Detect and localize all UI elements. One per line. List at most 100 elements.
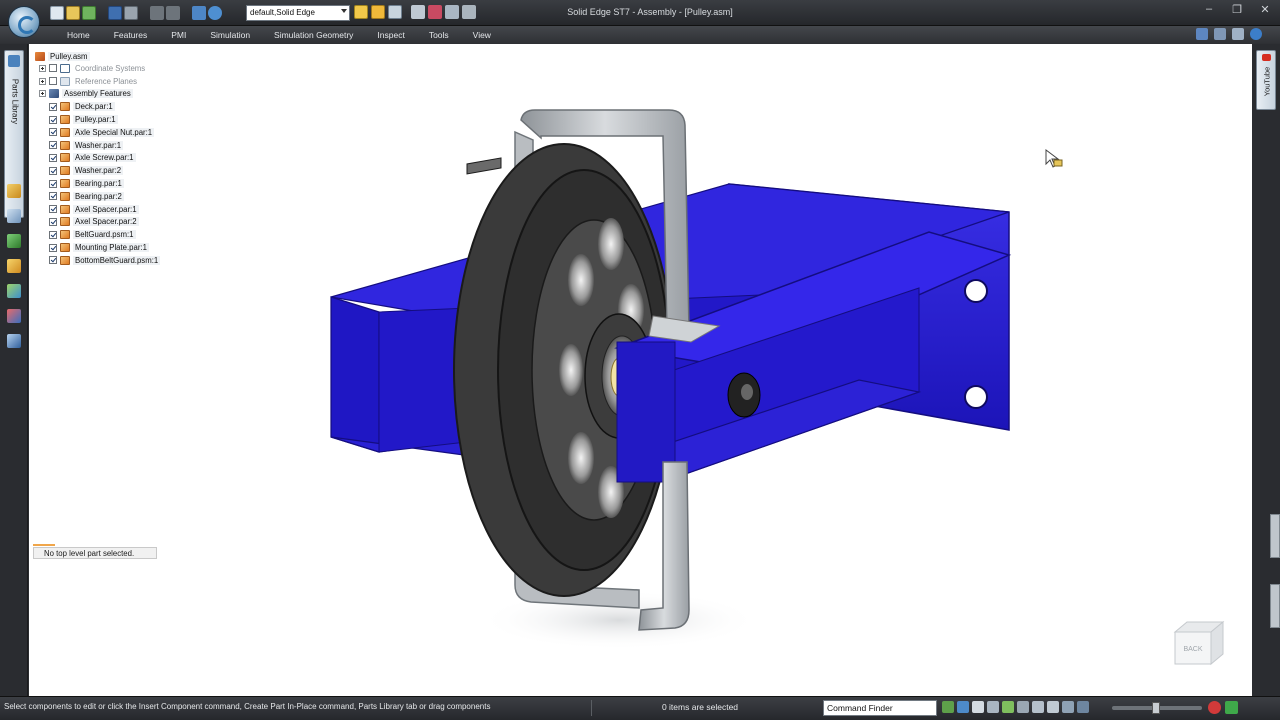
display-mode-icon[interactable] xyxy=(1077,701,1089,713)
tree-part-row[interactable]: Bearing.par:2 xyxy=(33,190,233,203)
tree-part-row[interactable]: Axle Screw.par:1 xyxy=(33,152,233,165)
family-icon[interactable] xyxy=(7,309,21,323)
visibility-checkbox[interactable] xyxy=(49,141,57,150)
zoom-icon[interactable] xyxy=(957,701,969,713)
expand-icon[interactable] xyxy=(39,64,46,72)
zoom-slider-thumb[interactable] xyxy=(1152,702,1160,714)
quick-access-toolbar-2 xyxy=(354,5,476,19)
scroll-handle-bottom[interactable] xyxy=(1270,584,1280,628)
tab-features[interactable]: Features xyxy=(105,29,157,41)
tree-part-row[interactable]: Axel Spacer.par:1 xyxy=(33,203,233,216)
visibility-checkbox[interactable] xyxy=(49,102,57,111)
tab-home[interactable]: Home xyxy=(58,29,99,41)
tab-simulation[interactable]: Simulation xyxy=(201,29,259,41)
tab-view[interactable]: View xyxy=(464,29,500,41)
tab-simulation-geometry[interactable]: Simulation Geometry xyxy=(265,29,362,41)
shading-icon[interactable] xyxy=(1047,701,1059,713)
zoom-slider[interactable] xyxy=(1112,702,1202,714)
help-icon[interactable] xyxy=(208,6,222,20)
update-icon[interactable] xyxy=(1225,701,1238,714)
save-icon[interactable] xyxy=(108,6,122,20)
sensors-icon[interactable] xyxy=(7,259,21,273)
component-icon[interactable] xyxy=(411,5,425,19)
youtube-tab[interactable]: YouTube xyxy=(1256,50,1276,110)
pulley-assembly-model[interactable] xyxy=(319,80,1019,660)
undo-icon[interactable] xyxy=(150,6,164,20)
tab-inspect[interactable]: Inspect xyxy=(368,29,413,41)
tree-part-row[interactable]: Axle Special Nut.par:1 xyxy=(33,126,233,139)
visibility-checkbox[interactable] xyxy=(49,64,57,73)
tree-part-row[interactable]: BottomBeltGuard.psm:1 xyxy=(33,254,233,267)
close-icon[interactable]: ✕ xyxy=(1258,3,1272,16)
zoom-area-icon[interactable] xyxy=(942,701,954,713)
layout-icon[interactable] xyxy=(1232,28,1244,40)
visibility-checkbox[interactable] xyxy=(49,243,57,252)
pathfinder-splitter[interactable] xyxy=(33,544,55,546)
open-file-icon[interactable] xyxy=(66,6,80,20)
visibility-checkbox[interactable] xyxy=(49,179,57,188)
application-icon[interactable] xyxy=(192,6,206,20)
restore-icon[interactable]: ❐ xyxy=(1230,3,1244,16)
expand-icon[interactable] xyxy=(39,90,46,98)
simulation-icon[interactable] xyxy=(7,334,21,348)
tree-group-assembly-features[interactable]: Assembly Features xyxy=(33,88,233,101)
visibility-checkbox[interactable] xyxy=(49,115,57,124)
measure-icon[interactable] xyxy=(388,5,402,19)
tree-part-row[interactable]: Washer.par:1 xyxy=(33,139,233,152)
tree-root[interactable]: Pulley.asm xyxy=(33,50,233,62)
visibility-checkbox[interactable] xyxy=(49,192,57,201)
view-cube[interactable]: BACK xyxy=(1171,620,1227,666)
visibility-checkbox[interactable] xyxy=(49,153,57,162)
tab-tools[interactable]: Tools xyxy=(420,29,458,41)
select-tools-icon[interactable] xyxy=(7,234,21,248)
help-button-icon[interactable] xyxy=(1250,28,1262,40)
layers-icon[interactable] xyxy=(7,209,21,223)
command-finder-input[interactable]: Command Finder xyxy=(823,700,937,716)
open-recent-icon[interactable] xyxy=(82,6,96,20)
new-file-icon[interactable] xyxy=(50,6,64,20)
view-orientation-icon[interactable] xyxy=(1032,701,1044,713)
sketch-icon[interactable] xyxy=(371,5,385,19)
tree-part-row[interactable]: BeltGuard.psm:1 xyxy=(33,228,233,241)
visibility-checkbox[interactable] xyxy=(49,77,57,86)
pathfinder-icon[interactable] xyxy=(7,184,21,198)
visibility-checkbox[interactable] xyxy=(49,128,57,137)
configuration-select[interactable]: default,Solid Edge xyxy=(246,5,350,21)
tree-part-row[interactable]: Axel Spacer.par:2 xyxy=(33,216,233,229)
tab-pmi[interactable]: PMI xyxy=(162,29,195,41)
tree-part-row[interactable]: Pulley.par:1 xyxy=(33,113,233,126)
scroll-handle-top[interactable] xyxy=(1270,514,1280,558)
tree-group-coordinate-systems[interactable]: Coordinate Systems xyxy=(33,62,233,75)
stop-icon[interactable] xyxy=(1208,701,1221,714)
rotate-icon[interactable] xyxy=(1002,701,1014,713)
print-icon[interactable] xyxy=(124,6,138,20)
pan-icon[interactable] xyxy=(987,701,999,713)
tree-part-row[interactable]: Mounting Plate.par:1 xyxy=(33,241,233,254)
redo-icon[interactable] xyxy=(166,6,180,20)
options-icon[interactable] xyxy=(1214,28,1226,40)
visibility-checkbox[interactable] xyxy=(49,217,57,226)
theme-icon[interactable] xyxy=(1196,28,1208,40)
application-button[interactable] xyxy=(8,6,40,38)
tree-part-row[interactable]: Deck.par:1 xyxy=(33,100,233,113)
tree-part-row[interactable]: Bearing.par:1 xyxy=(33,177,233,190)
spin-icon[interactable] xyxy=(1017,701,1029,713)
part-label: Mounting Plate.par:1 xyxy=(73,243,149,253)
sketch-view-icon[interactable] xyxy=(1062,701,1074,713)
structure-icon[interactable] xyxy=(428,5,442,19)
minimize-icon[interactable]: – xyxy=(1202,3,1216,16)
view-icon[interactable] xyxy=(445,5,459,19)
dropdown-icon[interactable] xyxy=(462,5,476,19)
select-tool-icon[interactable] xyxy=(354,5,368,19)
fit-icon[interactable] xyxy=(972,701,984,713)
graphics-window[interactable]: Pulley.asm Coordinate Systems Reference … xyxy=(29,44,1252,696)
tree-group-reference-planes[interactable]: Reference Planes xyxy=(33,75,233,88)
expand-icon[interactable] xyxy=(39,77,46,85)
relationships-icon[interactable] xyxy=(7,284,21,298)
visibility-checkbox[interactable] xyxy=(49,230,57,239)
visibility-checkbox[interactable] xyxy=(49,166,57,175)
tree-part-row[interactable]: Washer.par:2 xyxy=(33,164,233,177)
visibility-checkbox[interactable] xyxy=(49,256,57,265)
ribbon-tabs: Home Features PMI Simulation Simulation … xyxy=(58,29,506,41)
visibility-checkbox[interactable] xyxy=(49,205,57,214)
